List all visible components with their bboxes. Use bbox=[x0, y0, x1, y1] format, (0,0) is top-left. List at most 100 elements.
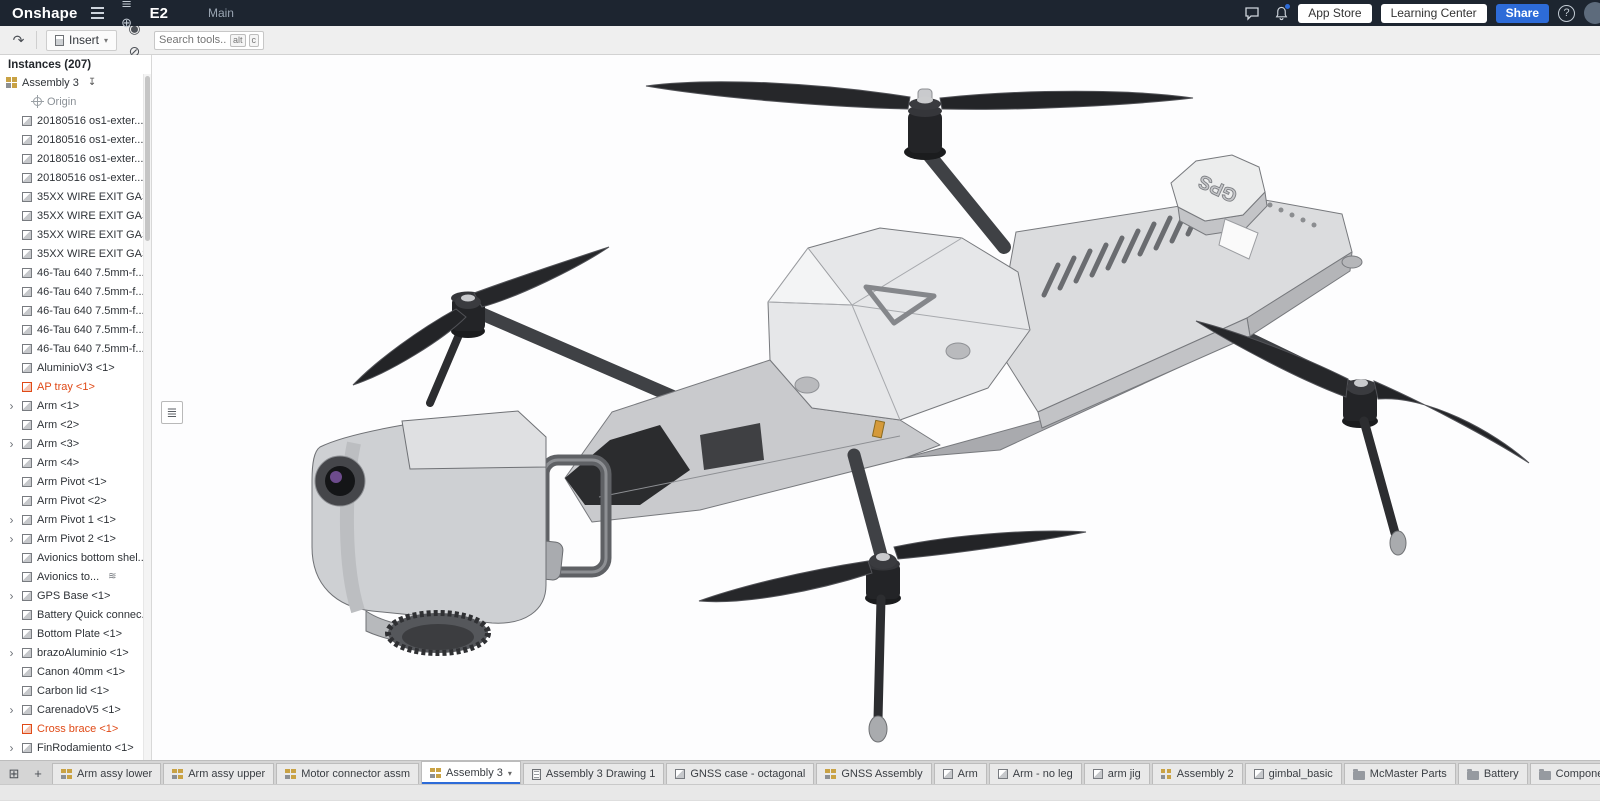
instance-row[interactable]: Origin bbox=[0, 92, 151, 111]
instance-label: Arm Pivot 2 <1> bbox=[37, 533, 116, 545]
instance-row[interactable]: AP tray <1> bbox=[0, 377, 151, 396]
toolbar-separator bbox=[36, 31, 37, 49]
instance-row[interactable]: 46-Tau 640 7.5mm-f... bbox=[0, 339, 151, 358]
part-icon bbox=[22, 515, 32, 525]
document-title[interactable]: E2 bbox=[150, 5, 168, 22]
document-tab[interactable]: Arm - no leg bbox=[989, 763, 1082, 784]
instance-row[interactable]: 35XX WIRE EXIT GAS... bbox=[0, 225, 151, 244]
instance-row[interactable]: 20180516 os1-exter... bbox=[0, 130, 151, 149]
tab-label: Motor connector assm bbox=[301, 768, 410, 780]
instance-row[interactable]: Canon 40mm <1> bbox=[0, 662, 151, 681]
part-icon bbox=[22, 439, 32, 449]
instance-row[interactable]: FinRodamiento <1> bbox=[0, 738, 151, 757]
instance-label: Cross brace <1> bbox=[37, 723, 118, 735]
instance-row[interactable]: Arm Pivot <2> bbox=[0, 491, 151, 510]
instance-row[interactable]: Arm <2> bbox=[0, 415, 151, 434]
document-tab[interactable]: Battery bbox=[1458, 763, 1528, 784]
document-tab[interactable]: Assembly 3 bbox=[421, 761, 521, 784]
instance-row[interactable]: CarenadoV5 <1> bbox=[0, 700, 151, 719]
instance-row[interactable]: GPS Base <1> bbox=[0, 586, 151, 605]
instance-row[interactable]: Bottom Plate <1> bbox=[0, 624, 151, 643]
document-tab[interactable]: Components bbox=[1530, 763, 1600, 784]
instance-row[interactable]: Avionics bottom shel... bbox=[0, 548, 151, 567]
instance-row[interactable]: 46-Tau 640 7.5mm-f... bbox=[0, 320, 151, 339]
sidebar-scrollbar-thumb[interactable] bbox=[145, 76, 150, 241]
instance-row[interactable]: 20180516 os1-exter... bbox=[0, 168, 151, 187]
insert-button[interactable]: Insert bbox=[46, 30, 117, 51]
instance-row[interactable]: brazoAluminio <1> bbox=[0, 643, 151, 662]
instance-row[interactable]: Arm Pivot <1> bbox=[0, 472, 151, 491]
notifications-bell-icon[interactable] bbox=[1274, 5, 1289, 21]
part-icon bbox=[22, 629, 32, 639]
folder-icon bbox=[1467, 771, 1479, 780]
part-icon bbox=[22, 135, 32, 145]
assembly-icon bbox=[172, 769, 183, 780]
document-tab[interactable]: Assembly 3 Drawing 1 bbox=[523, 763, 664, 784]
instance-row[interactable]: Arm <1> bbox=[0, 396, 151, 415]
instance-row[interactable]: 20180516 os1-exter... bbox=[0, 149, 151, 168]
instance-row[interactable]: Arm <3> bbox=[0, 434, 151, 453]
document-tab[interactable]: Arm assy upper bbox=[163, 763, 274, 784]
document-tab[interactable]: McMaster Parts bbox=[1344, 763, 1456, 784]
document-tab[interactable]: gimbal_basic bbox=[1245, 763, 1342, 784]
instance-label: 46-Tau 640 7.5mm-f... bbox=[37, 305, 145, 317]
expand-chevron-icon[interactable] bbox=[6, 438, 17, 450]
app-store-button[interactable]: App Store bbox=[1298, 4, 1371, 23]
app-grid-icon[interactable]: ≣ bbox=[114, 0, 140, 13]
redo-icon[interactable]: ↷ bbox=[6, 29, 31, 52]
expand-chevron-icon[interactable] bbox=[6, 533, 17, 545]
instance-row[interactable]: 46-Tau 640 7.5mm-f... bbox=[0, 282, 151, 301]
search-tools-input[interactable] bbox=[159, 34, 227, 46]
main-menu-icon[interactable] bbox=[86, 3, 110, 23]
assembly-icon bbox=[61, 769, 72, 780]
expand-chevron-icon[interactable] bbox=[6, 514, 17, 526]
user-avatar[interactable] bbox=[1584, 2, 1600, 24]
instance-row[interactable]: 35XX WIRE EXIT GAS... bbox=[0, 206, 151, 225]
document-tab[interactable]: Arm bbox=[934, 763, 987, 784]
document-tab[interactable]: Motor connector assm bbox=[276, 763, 419, 784]
instance-row[interactable]: Avionics to... bbox=[0, 567, 151, 586]
expand-chevron-icon[interactable] bbox=[6, 742, 17, 754]
document-tab[interactable]: arm jig bbox=[1084, 763, 1150, 784]
part-icon bbox=[22, 173, 32, 183]
instance-row[interactable]: Battery Quick connec... bbox=[0, 605, 151, 624]
instance-row[interactable]: 35XX WIRE EXIT GAS... bbox=[0, 187, 151, 206]
document-tab[interactable]: Assembly 2 bbox=[1152, 763, 1243, 784]
instance-row[interactable]: 20180516 os1-exter... bbox=[0, 111, 151, 130]
instance-row[interactable]: 46-Tau 640 7.5mm-f... bbox=[0, 263, 151, 282]
instance-row[interactable]: Assembly 3 bbox=[0, 73, 151, 92]
instance-row[interactable]: Arm Pivot 2 <1> bbox=[0, 529, 151, 548]
instance-row[interactable]: Cross brace <1> bbox=[0, 719, 151, 738]
header-actions: App Store Learning Center Share ? bbox=[1239, 2, 1592, 24]
document-tab[interactable]: Arm assy lower bbox=[52, 763, 161, 784]
workspace-label[interactable]: Main bbox=[208, 6, 234, 20]
instance-label: Arm <3> bbox=[37, 438, 79, 450]
bottom-strip bbox=[0, 784, 1600, 800]
expand-chevron-icon[interactable] bbox=[6, 590, 17, 602]
expand-chevron-icon[interactable] bbox=[6, 400, 17, 412]
instance-row[interactable]: 35XX WIRE EXIT GAS... bbox=[0, 244, 151, 263]
shortcut-letter-key: c bbox=[249, 34, 260, 47]
document-tab[interactable]: GNSS Assembly bbox=[816, 763, 931, 784]
instance-row[interactable]: Arm <4> bbox=[0, 453, 151, 472]
document-tab[interactable]: GNSS case - octagonal bbox=[666, 763, 814, 784]
help-icon[interactable]: ? bbox=[1558, 5, 1575, 22]
comment-icon[interactable] bbox=[1239, 3, 1265, 23]
instance-row[interactable]: Arm Pivot 1 <1> bbox=[0, 510, 151, 529]
3d-viewport[interactable]: GPS bbox=[152, 55, 1600, 760]
instance-row[interactable]: AluminioV3 <1> bbox=[0, 358, 151, 377]
create-document-icon[interactable]: ⊕ bbox=[114, 13, 140, 33]
tab-manager-icon[interactable]: ⊞ bbox=[2, 763, 26, 784]
insert-page-icon bbox=[55, 35, 64, 46]
add-tab-icon[interactable]: + bbox=[26, 763, 50, 784]
onshape-logo[interactable]: Onshape bbox=[8, 5, 86, 22]
expand-chevron-icon[interactable] bbox=[6, 647, 17, 659]
share-button[interactable]: Share bbox=[1496, 4, 1549, 23]
part-icon bbox=[22, 363, 32, 373]
expand-chevron-icon[interactable] bbox=[6, 704, 17, 716]
instance-row[interactable]: 46-Tau 640 7.5mm-f... bbox=[0, 301, 151, 320]
part-icon bbox=[998, 769, 1008, 779]
instance-row[interactable]: Carbon lid <1> bbox=[0, 681, 151, 700]
structure-panel-toggle[interactable] bbox=[161, 401, 183, 424]
learning-center-button[interactable]: Learning Center bbox=[1381, 4, 1487, 23]
